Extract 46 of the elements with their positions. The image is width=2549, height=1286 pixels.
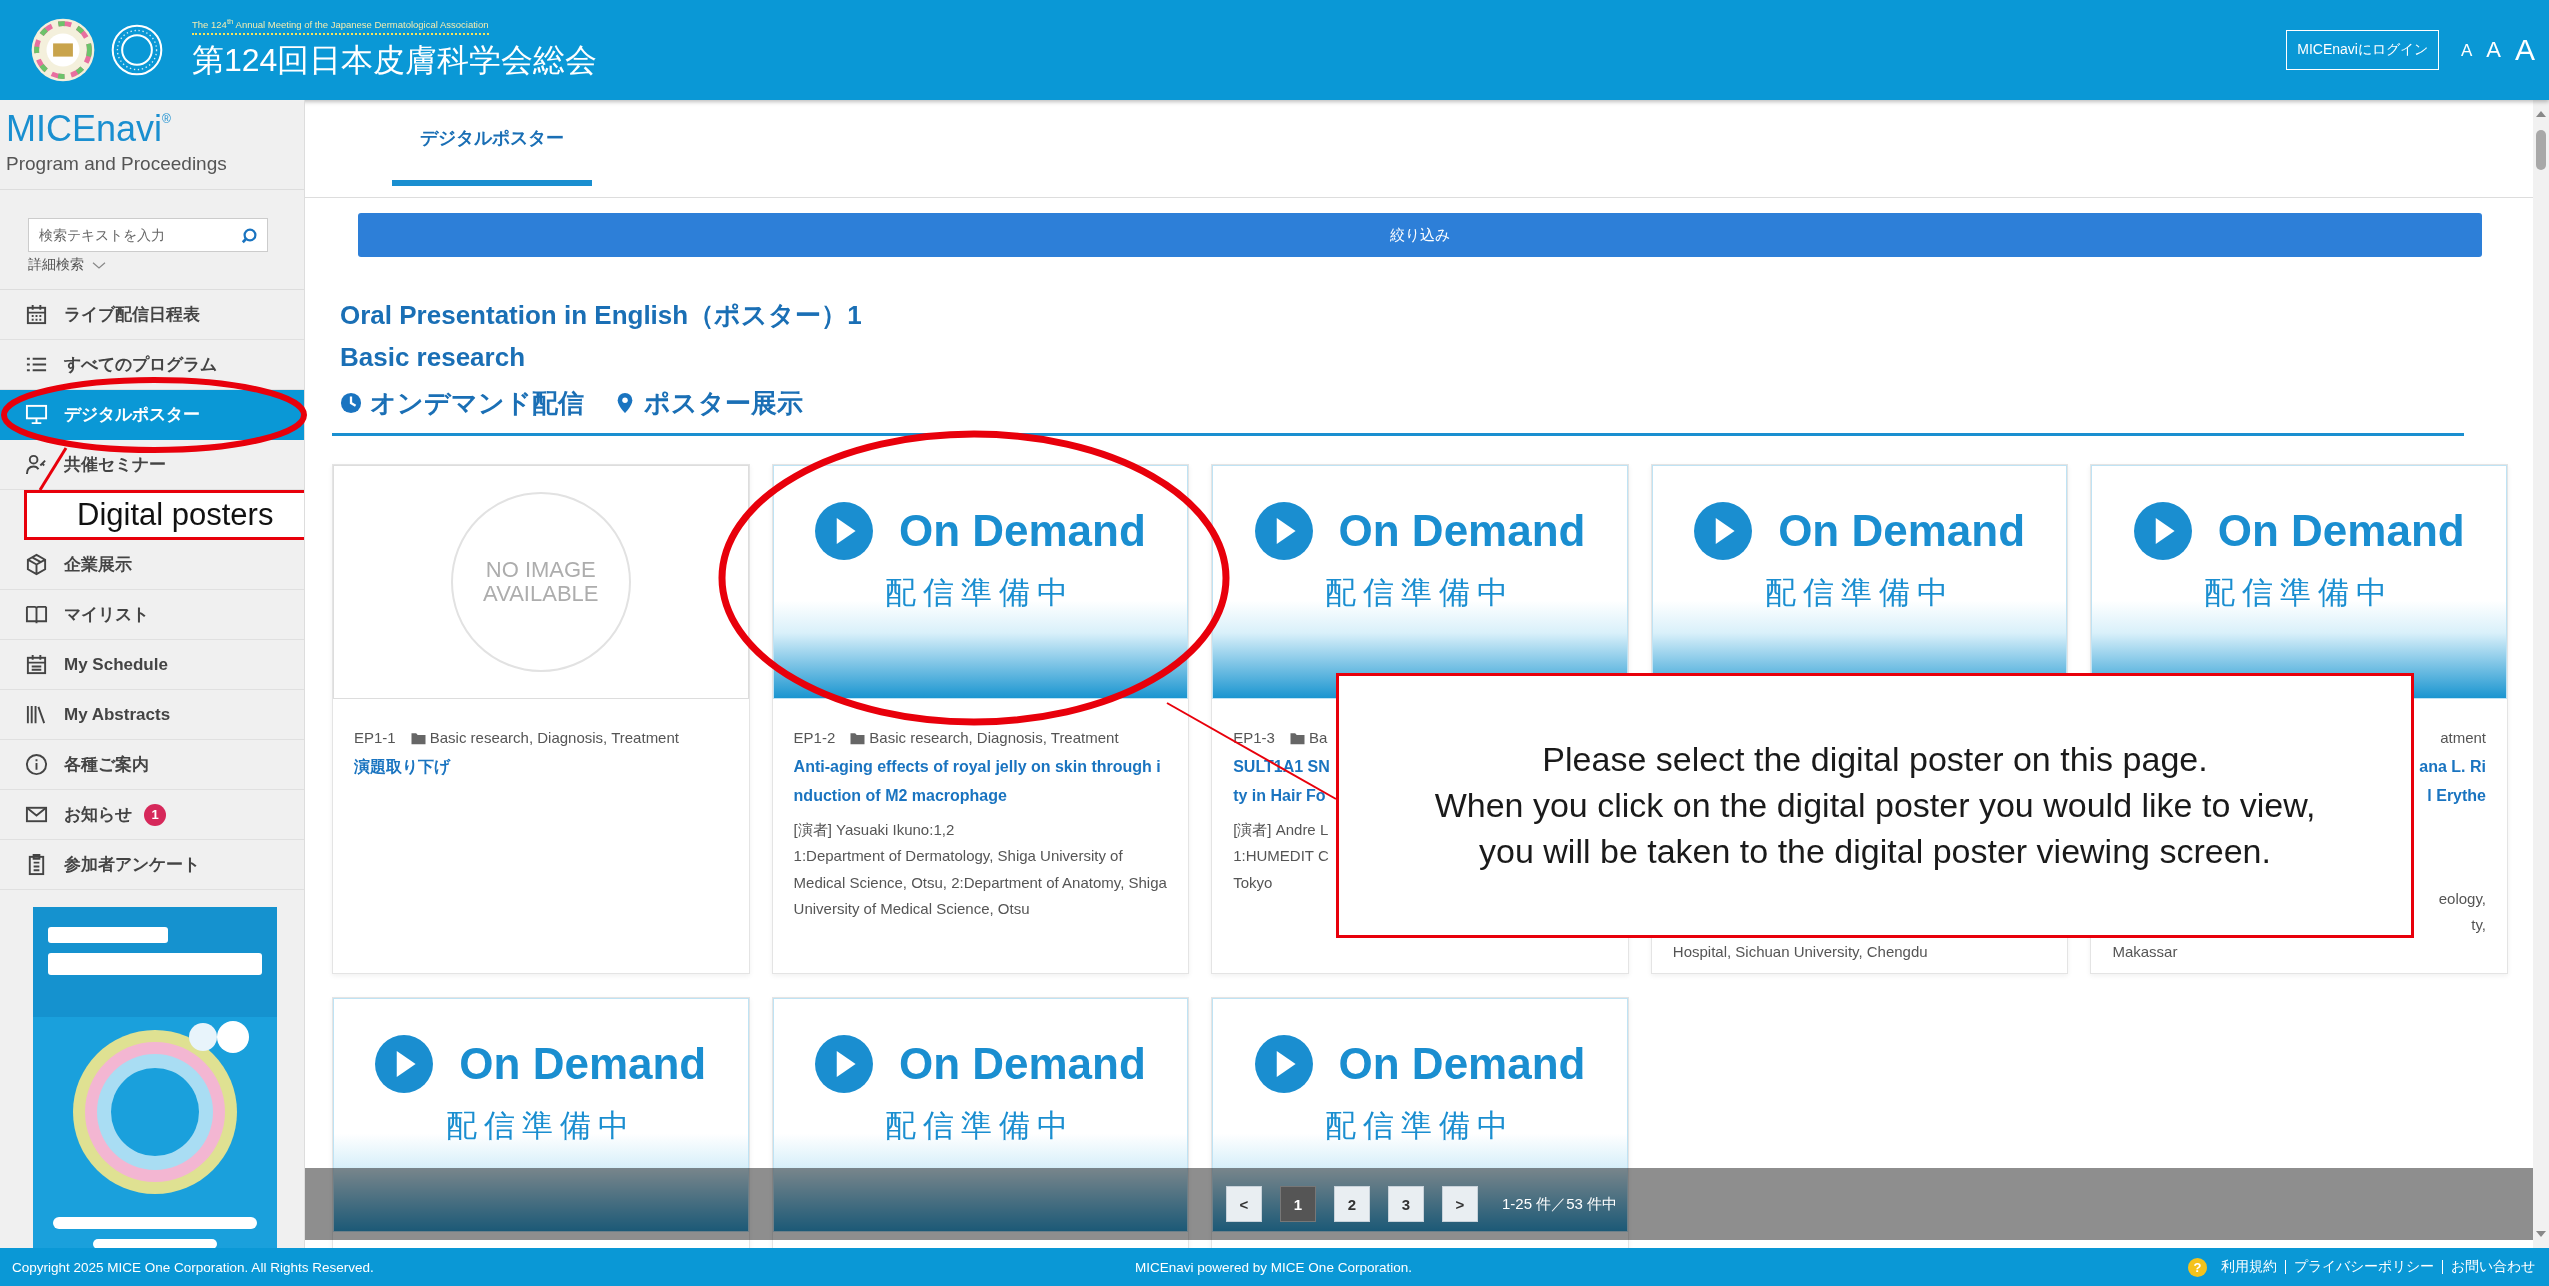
thumbnail-title: On Demand — [2217, 506, 2465, 556]
poster-number: EP1-2 — [793, 728, 836, 748]
event-subtitle: The 124$^{th}$ Annual Meeting of the Japanese Dermatological Association — [192, 16, 489, 36]
thumbnail-title: On Demand — [898, 506, 1146, 556]
thumbnail-subtitle: 配信準備中 — [1325, 574, 1515, 612]
poster-category: Basic research, Diagnosis, Treatment — [869, 728, 1119, 748]
thumbnail-subtitle: 配信準備中 — [1325, 1107, 1515, 1145]
poster-number: EP1-1 — [354, 728, 396, 748]
thumbnail-title: On Demand — [1778, 506, 2026, 556]
thumbnail-subtitle: 配信準備中 — [1764, 574, 1955, 612]
event-title: 第124回日本皮膚科学会総会 — [192, 41, 598, 81]
poster-category: Ba — [1308, 728, 1328, 748]
poster-category: Basic research, Diagnosis, Treatment — [429, 728, 679, 748]
poster-affiliation: 1:HUMEDIT C — [1233, 846, 1329, 866]
annotation-tooltip: Digital posters — [24, 490, 304, 540]
poster-affiliation: 1:Department of Dermatology, Shiga University of Medical Science, Otsu, 2:Department of Anatomy, Shiga University of Medical Science, Otsu — [793, 846, 1168, 919]
poster-affiliation: eology, — [2438, 888, 2486, 909]
section-title: Oral Presentation in English（ポスター）1 — [340, 299, 863, 332]
app-logo: MICEnavi — [6, 108, 163, 150]
annotation-tooltip: Please select the digital poster on this page. When you click on the digital poster you would like to view, you will be taken to the digital poster viewing screen. — [1336, 673, 2414, 938]
poster-category: atment — [2440, 728, 2486, 748]
powered-by-text: MICEnavi powered by MICE One Corporation. — [1135, 1259, 1412, 1275]
thumbnail-title: On Demand — [1338, 506, 1586, 556]
poster-affiliation: ty, — [2471, 915, 2486, 935]
poster-affiliation: Hospital, Sichuan University, Chengdu — [1672, 941, 1928, 962]
notification-badge: 1 — [144, 803, 166, 826]
result-count: 1-25 件／53 件中 — [1502, 1194, 1618, 1214]
poster-speaker: [演者] Andre L — [1233, 820, 1329, 840]
section-tag: オンデマンド配信 — [370, 385, 584, 421]
section-subtitle: Basic research — [340, 341, 527, 374]
no-image-placeholder: NO IMAGE AVAILABLE — [450, 492, 631, 672]
app-tagline: Program and Proceedings — [6, 152, 228, 176]
thumbnail-title: On Demand — [898, 1039, 1146, 1089]
registered-mark: ® — [162, 112, 171, 126]
thumbnail-subtitle: 配信準備中 — [885, 1107, 1076, 1145]
copyright-text: Copyright 2025 MICE One Corporation. All Rights Reserved. — [12, 1259, 375, 1275]
section-tag: ポスター展示 — [644, 385, 803, 421]
thumbnail-subtitle: 配信準備中 — [885, 574, 1076, 612]
poster-affiliation: Tokyo — [1233, 872, 1273, 893]
thumbnail-subtitle: 配信準備中 — [445, 1107, 636, 1145]
poster-speaker: [演者] Yasuaki Ikuno:1,2 — [793, 820, 956, 840]
thumbnail-title: On Demand — [1338, 1039, 1586, 1089]
thumbnail-subtitle: 配信準備中 — [2204, 574, 2395, 612]
poster-number: EP1-3 — [1233, 728, 1275, 748]
thumbnail-title: On Demand — [459, 1039, 707, 1089]
poster-affiliation: Makassar — [2112, 941, 2178, 962]
